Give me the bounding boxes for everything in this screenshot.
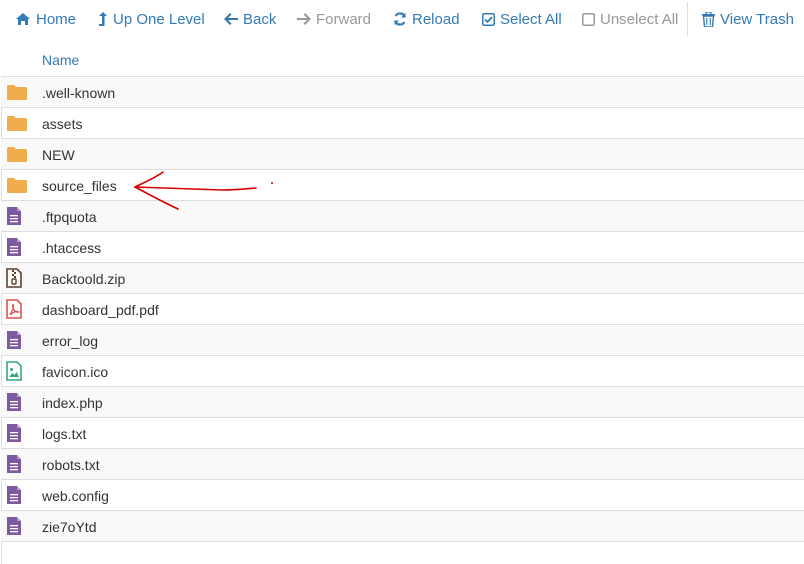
select-all-button[interactable]: Select All bbox=[482, 0, 562, 38]
forward-label: Forward bbox=[316, 10, 372, 28]
checkbox-checked-icon bbox=[482, 12, 495, 26]
file-name[interactable]: .ftpquota bbox=[42, 209, 97, 225]
file-name[interactable]: source_files bbox=[42, 178, 117, 194]
reload-label: Reload bbox=[412, 10, 460, 28]
file-row[interactable]: index.php bbox=[1, 387, 804, 418]
text-file-icon bbox=[6, 454, 26, 474]
file-name[interactable]: robots.txt bbox=[42, 457, 100, 473]
forward-button[interactable]: Forward bbox=[297, 0, 371, 38]
file-name[interactable]: logs.txt bbox=[42, 426, 86, 442]
home-label: Home bbox=[36, 10, 77, 28]
trash-icon bbox=[702, 11, 715, 27]
text-file-icon bbox=[6, 392, 26, 412]
file-table-header: Name bbox=[1, 42, 804, 77]
folder-icon bbox=[6, 177, 27, 197]
file-row[interactable]: web.config bbox=[1, 480, 804, 511]
arrow-right-icon bbox=[297, 13, 311, 25]
file-row[interactable]: favicon.ico bbox=[1, 356, 804, 387]
file-row[interactable]: .htaccess bbox=[1, 232, 804, 263]
file-manager-toolbar: Home Up One Level Back Forward Reload Se… bbox=[0, 0, 804, 38]
refresh-icon bbox=[393, 12, 407, 26]
file-name[interactable]: zie7oYtd bbox=[42, 519, 96, 535]
level-up-icon bbox=[98, 11, 108, 27]
file-row[interactable]: zie7oYtd bbox=[1, 511, 804, 542]
file-row[interactable]: NEW bbox=[1, 139, 804, 170]
folder-icon bbox=[6, 115, 27, 135]
file-row[interactable]: .ftpquota bbox=[1, 201, 804, 232]
file-name[interactable]: assets bbox=[42, 116, 82, 132]
pdf-file-icon bbox=[6, 299, 26, 319]
file-row[interactable]: Backtoold.zip bbox=[1, 263, 804, 294]
text-file-icon bbox=[6, 485, 26, 505]
file-row[interactable]: .well-known bbox=[1, 77, 804, 108]
folder-icon bbox=[6, 146, 27, 166]
file-name[interactable]: favicon.ico bbox=[42, 364, 108, 380]
file-name[interactable]: dashboard_pdf.pdf bbox=[42, 302, 159, 318]
back-button[interactable]: Back bbox=[224, 0, 276, 38]
home-icon bbox=[15, 12, 31, 26]
view-trash-button[interactable]: View Trash bbox=[702, 0, 794, 38]
up-one-level-button[interactable]: Up One Level bbox=[98, 0, 205, 38]
image-file-icon bbox=[6, 361, 26, 381]
folder-icon bbox=[6, 84, 27, 104]
home-button[interactable]: Home bbox=[15, 0, 76, 38]
view-trash-label: View Trash bbox=[720, 10, 794, 28]
file-name[interactable]: error_log bbox=[42, 333, 98, 349]
reload-button[interactable]: Reload bbox=[393, 0, 460, 38]
name-column-header[interactable]: Name bbox=[42, 52, 79, 68]
toolbar-divider bbox=[687, 2, 688, 36]
text-file-icon bbox=[6, 423, 26, 443]
file-name[interactable]: NEW bbox=[42, 147, 75, 163]
zip-file-icon bbox=[6, 268, 26, 288]
arrow-left-icon bbox=[224, 13, 238, 25]
file-row[interactable]: assets bbox=[1, 108, 804, 139]
file-name[interactable]: .htaccess bbox=[42, 240, 101, 256]
up-one-level-label: Up One Level bbox=[113, 10, 205, 28]
file-name[interactable]: web.config bbox=[42, 488, 109, 504]
file-row[interactable]: error_log bbox=[1, 325, 804, 356]
text-file-icon bbox=[6, 516, 26, 536]
text-file-icon bbox=[6, 237, 26, 257]
file-row[interactable]: source_files bbox=[1, 170, 804, 201]
select-all-label: Select All bbox=[500, 10, 562, 28]
file-name[interactable]: .well-known bbox=[42, 85, 115, 101]
file-row[interactable]: dashboard_pdf.pdf bbox=[1, 294, 804, 325]
unselect-all-button[interactable]: Unselect All bbox=[582, 0, 678, 38]
file-name[interactable]: Backtoold.zip bbox=[42, 271, 125, 287]
checkbox-empty-icon bbox=[582, 12, 595, 26]
file-list: .well-known assets NEW source_files .ftpquot… bbox=[1, 77, 804, 542]
file-name[interactable]: index.php bbox=[42, 395, 103, 411]
file-row[interactable]: robots.txt bbox=[1, 449, 804, 480]
file-row[interactable]: logs.txt bbox=[1, 418, 804, 449]
text-file-icon bbox=[6, 206, 26, 226]
text-file-icon bbox=[6, 330, 26, 350]
unselect-all-label: Unselect All bbox=[600, 10, 679, 28]
back-label: Back bbox=[243, 10, 277, 28]
